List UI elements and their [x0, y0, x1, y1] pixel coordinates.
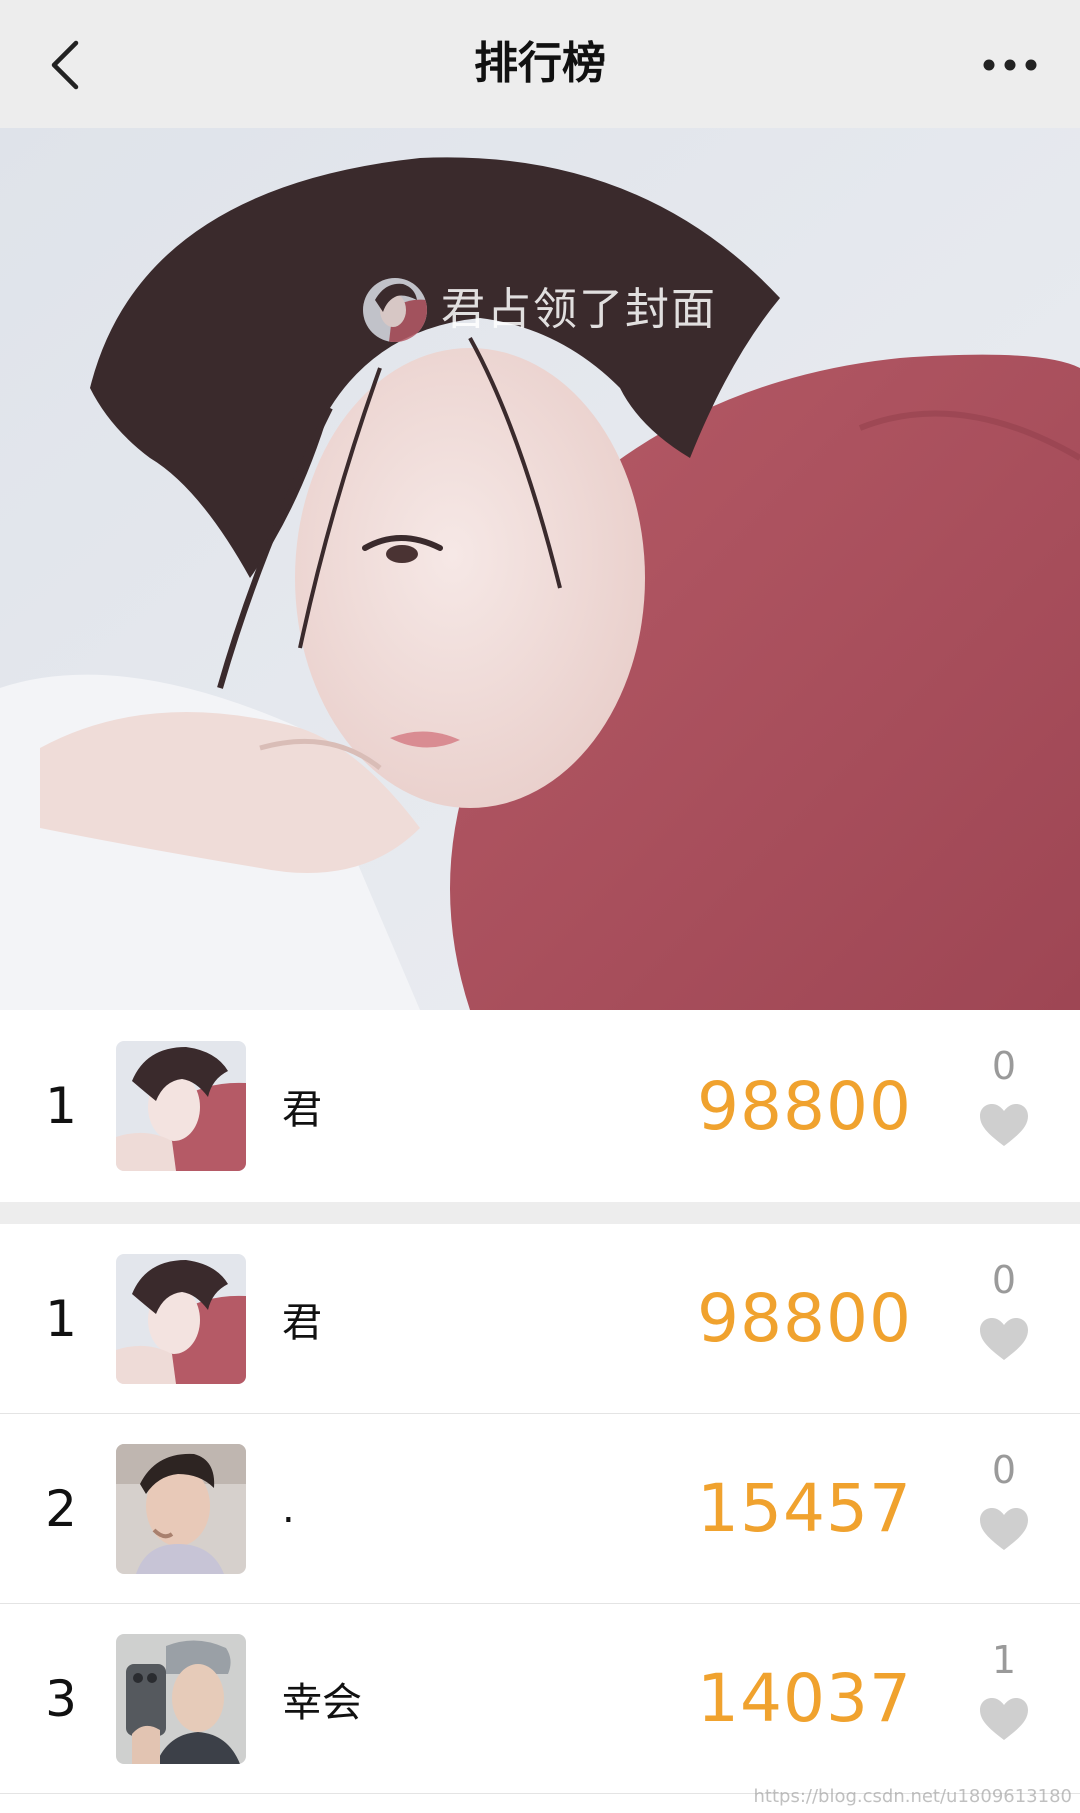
- list-item[interactable]: 3 幸会 14037 1: [0, 1604, 1080, 1794]
- like-count: 0: [991, 1448, 1017, 1492]
- more-dots-icon: [983, 59, 1037, 71]
- list-item[interactable]: 2 . 15457 0: [0, 1414, 1080, 1604]
- cover-owner-avatar: [363, 278, 427, 342]
- navigation-bar: 排行榜: [0, 0, 1080, 128]
- like-count: 1: [991, 1638, 1017, 1682]
- watermark: https://blog.csdn.net/u1809613180: [753, 1786, 1072, 1807]
- rank-number: 3: [45, 1669, 77, 1728]
- cover-caption: 君占领了封面: [0, 278, 1080, 342]
- player-name: .: [282, 1485, 295, 1532]
- score: 14037: [697, 1660, 912, 1737]
- avatar: [116, 1444, 246, 1574]
- like-count: 0: [991, 1258, 1017, 1302]
- player-name: 君: [282, 1299, 322, 1346]
- avatar: [116, 1634, 246, 1764]
- heart-icon: [980, 1698, 1028, 1740]
- heart-icon: [980, 1508, 1028, 1550]
- heart-icon: [980, 1318, 1028, 1360]
- avatar: [116, 1041, 246, 1171]
- list-item[interactable]: 1 君 98800 0: [0, 1224, 1080, 1414]
- score: 98800: [697, 1280, 912, 1357]
- page-title: 排行榜: [474, 38, 606, 89]
- heart-icon: [980, 1104, 1028, 1146]
- score: 15457: [697, 1470, 912, 1547]
- player-name: 幸会: [282, 1679, 362, 1726]
- rank-number: 1: [45, 1077, 77, 1135]
- rank-number: 2: [45, 1479, 77, 1538]
- like-count: 0: [991, 1044, 1017, 1088]
- like-button[interactable]: 0: [954, 1258, 1054, 1362]
- cover-image: 君占领了封面: [0, 128, 1080, 1010]
- rank-number: 1: [45, 1289, 77, 1348]
- like-button[interactable]: 0: [954, 1448, 1054, 1552]
- section-divider: [0, 1202, 1080, 1224]
- player-name: 君: [282, 1087, 322, 1133]
- more-button[interactable]: [970, 30, 1050, 100]
- cover-photo: [0, 128, 1080, 1010]
- like-button[interactable]: 1: [954, 1638, 1054, 1742]
- avatar: [116, 1254, 246, 1384]
- cover-caption-text: 君占领了封面: [441, 284, 717, 335]
- my-rank-row[interactable]: 1 君 98800 0: [0, 1010, 1080, 1202]
- like-button[interactable]: 0: [954, 1044, 1054, 1148]
- score: 98800: [697, 1067, 912, 1145]
- ranking-list: 1 君 98800 0 2 . 15457 0 3 幸会 14037 1: [0, 1224, 1080, 1794]
